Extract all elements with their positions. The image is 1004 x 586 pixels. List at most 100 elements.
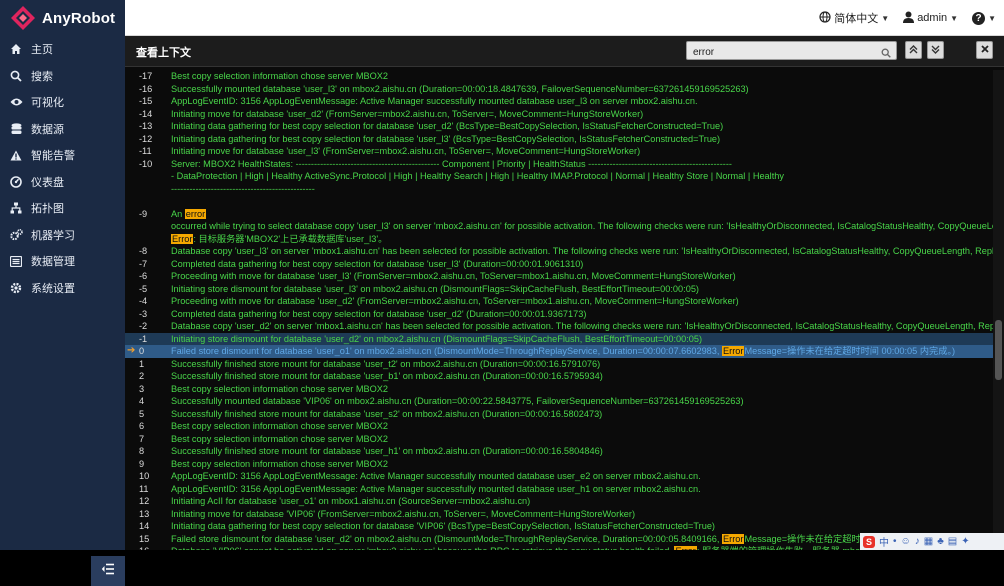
sidebar-item-label: 主页 <box>31 44 53 57</box>
line-number: 8 <box>139 446 145 456</box>
log-line[interactable]: Error: 目标服务器'MBOX2'上已承载数据库'user_l3'。 <box>125 233 993 246</box>
log-message: Initiating data gathering for best copy … <box>171 133 993 146</box>
sidebar-item-settings[interactable]: 系统设置 <box>0 275 125 302</box>
line-number: 4 <box>139 396 145 406</box>
log-line[interactable]: 4 Successfully mounted database 'VIP06' o… <box>125 395 993 408</box>
sidebar-item-datasource[interactable]: 数据源 <box>0 116 125 143</box>
log-text: Successfully finished store mount for da… <box>171 371 603 381</box>
chevron-down-icon: ▼ <box>881 13 890 23</box>
log-line[interactable]: -8 Database copy 'user_l3' on server 'mbo… <box>125 245 993 258</box>
log-line[interactable]: -1 Initiating store dismount for database… <box>125 332 993 345</box>
log-line[interactable]: 5 Successfully finished store mount for d… <box>125 408 993 421</box>
log-message: Best copy selection information chose se… <box>171 420 993 433</box>
log-line[interactable]: -15 AppLogEventID: 3156 AppLogEventMessag… <box>125 95 993 108</box>
log-line[interactable]: 6 Best copy selection information chose s… <box>125 420 993 433</box>
log-text: Proceeding with move for database 'user_… <box>171 296 739 306</box>
sidebar-item-dashboard[interactable]: 仪表盘 <box>0 169 125 196</box>
line-number: 12 <box>139 496 150 506</box>
close-icon <box>980 45 989 55</box>
log-message: Proceeding with move for database 'user_… <box>171 295 993 308</box>
log-message: Error: 目标服务器'MBOX2'上已承载数据库'user_l3'。 <box>171 233 993 246</box>
previous-match-button[interactable] <box>905 41 922 59</box>
log-line[interactable]: -12 Initiating data gathering for best co… <box>125 133 993 146</box>
line-number: -5 <box>139 283 148 294</box>
keyboard-icon[interactable]: ▦ <box>924 536 933 547</box>
log-line[interactable]: ----------------------------------------… <box>125 183 993 196</box>
search-icon[interactable] <box>881 45 891 63</box>
log-scrollbar[interactable] <box>993 70 1004 550</box>
next-match-button[interactable] <box>927 41 944 59</box>
log-line[interactable]: -3 Completed data gathering for best copy… <box>125 308 993 321</box>
log-line[interactable] <box>125 195 993 208</box>
log-line[interactable]: 12 Initiating AcII for database 'user_o1'… <box>125 495 993 508</box>
log-text: Completed data gathering for best copy s… <box>171 308 587 319</box>
line-number: -11 <box>139 146 152 156</box>
log-line[interactable]: -6 Proceeding with move for database 'use… <box>125 270 993 283</box>
log-line[interactable]: 2 Successfully finished store mount for d… <box>125 370 993 383</box>
skin-icon[interactable]: ♣ <box>937 536 944 547</box>
search-icon <box>9 69 23 83</box>
microphone-icon[interactable]: ♪ <box>915 536 920 547</box>
sidebar-item-visualization[interactable]: 可视化 <box>0 89 125 116</box>
language-selector[interactable]: 简体中文 ▼ <box>819 10 889 26</box>
log-message: Initiating data gathering for best copy … <box>171 520 993 533</box>
log-line[interactable]: -16 Successfully mounted database 'user_l… <box>125 83 993 96</box>
collapse-sidebar-button[interactable] <box>91 556 125 586</box>
scrollbar-thumb[interactable] <box>995 320 1002 380</box>
log-message: Initiating data gathering for best copy … <box>171 120 993 133</box>
sidebar-item-alerts[interactable]: 智能告警 <box>0 142 125 169</box>
sidebar-item-topology[interactable]: 拓扑图 <box>0 195 125 222</box>
emoji-icon[interactable]: ☺ <box>901 536 911 547</box>
log-line[interactable]: occurred while trying to select database… <box>125 220 993 233</box>
sidebar-item-data-management[interactable]: 数据管理 <box>0 248 125 275</box>
toolbox-icon[interactable]: ▤ <box>948 536 957 547</box>
log-line[interactable]: ➔ 0 Failed store dismount for database 'us… <box>125 345 993 358</box>
log-line[interactable]: 10 AppLogEventID: 3156 AppLogEventMessage… <box>125 470 993 483</box>
log-line[interactable]: 1 Successfully finished store mount for d… <box>125 358 993 371</box>
log-line[interactable]: 9 Best copy selection information chose s… <box>125 458 993 471</box>
log-text: AppLogEventID: 3156 AppLogEventMessage: … <box>171 483 701 494</box>
log-line[interactable]: -4 Proceeding with move for database 'use… <box>125 295 993 308</box>
log-text: AppLogEventID: 3156 AppLogEventMessage: … <box>171 96 698 106</box>
log-message: Best copy selection information chose se… <box>171 383 993 396</box>
sidebar-item-home[interactable]: 主页 <box>0 36 125 63</box>
log-message: Successfully finished store mount for da… <box>171 358 993 371</box>
log-text: Failed store dismount for database 'user… <box>171 346 723 356</box>
log-line[interactable]: 11 AppLogEventID: 3156 AppLogEventMessage… <box>125 483 993 496</box>
log-message: Database copy 'user_l3' on server 'mbox1… <box>171 245 993 258</box>
line-number: 5 <box>139 408 145 419</box>
log-line[interactable]: -17 Best copy selection information chose… <box>125 70 993 83</box>
logo[interactable]: AnyRobot <box>0 0 125 36</box>
settings-icon[interactable]: ✦ <box>961 536 969 547</box>
log-line[interactable]: 14 Initiating data gathering for best cop… <box>125 520 993 533</box>
sogou-icon[interactable]: S <box>863 535 875 548</box>
log-text: Best copy selection information chose se… <box>171 458 389 469</box>
gear-icon <box>9 281 23 295</box>
user-menu[interactable]: admin ▼ <box>903 11 958 26</box>
context-search-input[interactable] <box>687 44 879 61</box>
ime-mode-label[interactable]: 中 <box>879 534 889 549</box>
punctuation-icon[interactable]: • <box>893 536 897 547</box>
log-line[interactable]: -9 An error <box>125 208 993 221</box>
log-line[interactable]: -5 Initiating store dismount for database… <box>125 283 993 296</box>
close-button[interactable] <box>976 41 993 59</box>
log-line[interactable]: -2 Database copy 'user_d2' on server 'mbo… <box>125 320 993 333</box>
line-number: 7 <box>139 433 145 444</box>
globe-icon <box>819 10 831 26</box>
log-line[interactable]: -13 Initiating data gathering for best co… <box>125 120 993 133</box>
log-line[interactable]: -7 Completed data gathering for best copy… <box>125 258 993 271</box>
log-line[interactable]: -11 Initiating move for database 'user_l3… <box>125 145 993 158</box>
log-line[interactable]: 13 Initiating move for database 'VIP06' (… <box>125 508 993 521</box>
log-line[interactable]: 7 Best copy selection information chose s… <box>125 433 993 446</box>
log-message: AppLogEventID: 3156 AppLogEventMessage: … <box>171 483 993 496</box>
log-line[interactable]: - DataProtection | High | Healthy Active… <box>125 170 993 183</box>
help-menu[interactable]: ? ▼ <box>972 11 996 25</box>
log-message: Best copy selection information chose se… <box>171 458 993 471</box>
log-line[interactable]: 3 Best copy selection information chose s… <box>125 383 993 396</box>
log-line[interactable]: -14 Initiating move for database 'user_d2… <box>125 108 993 121</box>
sidebar-item-machine-learning[interactable]: 机器学习 <box>0 222 125 249</box>
log-line[interactable]: -10 Server: MBOX2 HealthStates: ---------… <box>125 158 993 171</box>
line-number: 3 <box>139 383 145 394</box>
log-line[interactable]: 8 Successfully finished store mount for d… <box>125 445 993 458</box>
sidebar-item-search[interactable]: 搜索 <box>0 63 125 90</box>
